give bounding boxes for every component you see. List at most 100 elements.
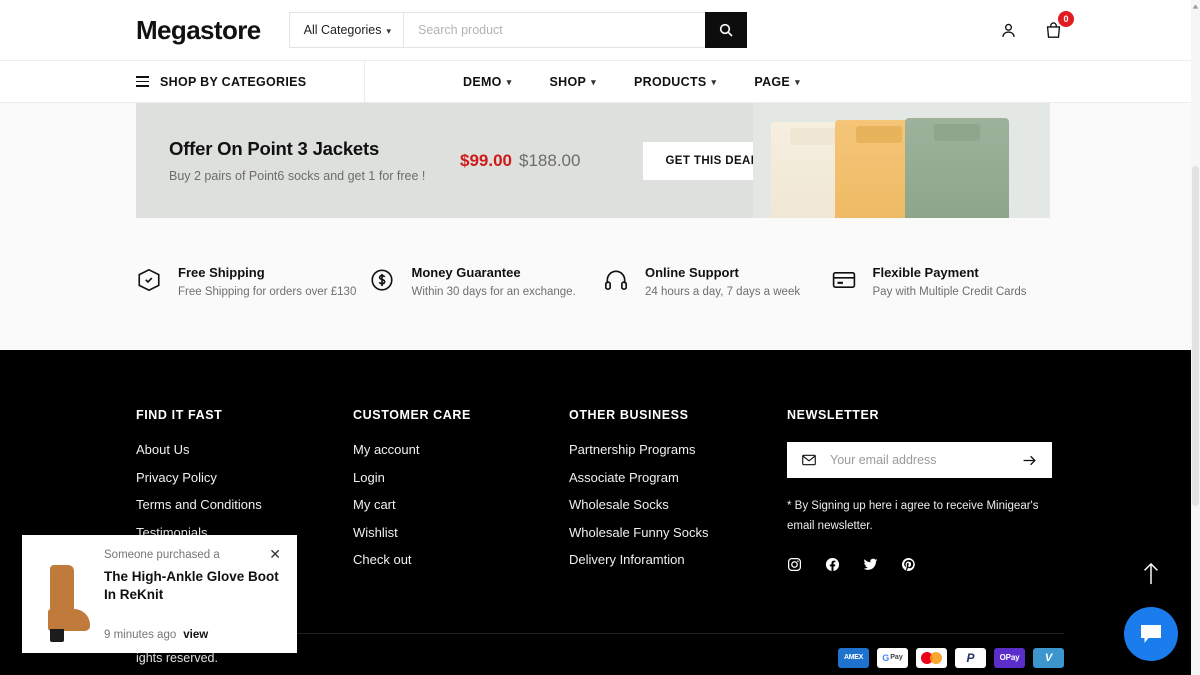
purchase-notification-body: Someone purchased a The High-Ankle Glove…: [104, 547, 285, 643]
feature-title: Free Shipping: [178, 265, 265, 280]
hamburger-icon: [136, 76, 149, 87]
nav-item-shop[interactable]: SHOP ▾: [550, 75, 596, 89]
pinterest-icon[interactable]: [901, 557, 916, 572]
footer-link-wholesale-socks[interactable]: Wholesale Socks: [569, 497, 787, 512]
chat-widget-button[interactable]: [1124, 607, 1178, 661]
main-content: Offer On Point 3 Jackets Buy 2 pairs of …: [0, 103, 1200, 350]
footer-link-about-us[interactable]: About Us: [136, 442, 353, 457]
footer-column-newsletter: NEWSLETTER * By Signing up here i agree …: [787, 408, 1052, 580]
footer-heading: FIND IT FAST: [136, 408, 223, 422]
payment-label: Pay: [890, 654, 903, 661]
search-button[interactable]: [704, 12, 747, 48]
footer-link-privacy-policy[interactable]: Privacy Policy: [136, 470, 353, 485]
purchase-view-link[interactable]: view: [183, 629, 208, 641]
nav-item-products[interactable]: PRODUCTS ▾: [634, 75, 716, 89]
payment-methods: AMEX G Pay P OPay V: [838, 647, 1064, 668]
feature-online-support: Online Support 24 hours a day, 7 days a …: [603, 265, 831, 298]
feature-flexible-payment: Flexible Payment Pay with Multiple Credi…: [831, 265, 1064, 298]
nav-item-label: PRODUCTS: [633, 74, 707, 89]
chat-bubble-icon: [1141, 625, 1161, 643]
jacket-green-image: [905, 118, 1009, 218]
nav-links: DEMO ▾ SHOP ▾ PRODUCTS ▾ PAGE ▾: [463, 61, 800, 102]
shop-by-categories-button[interactable]: SHOP BY CATEGORIES: [136, 61, 365, 102]
footer-column-other-business: OTHER BUSINESS Partnership Programs Asso…: [569, 408, 787, 580]
arrow-right-icon: [1023, 455, 1036, 465]
close-icon[interactable]: ✕: [269, 547, 281, 561]
chevron-down-icon: ▾: [795, 77, 800, 87]
ankle-boot-thumbnail: [34, 563, 96, 649]
payment-icon-mastercard: [916, 647, 947, 668]
search-input[interactable]: [404, 13, 705, 47]
scroll-to-top-button[interactable]: [1140, 561, 1162, 587]
header-actions: 0: [997, 11, 1074, 41]
footer-heading: CUSTOMER CARE: [353, 408, 471, 422]
account-button[interactable]: [997, 19, 1019, 41]
payment-icon-opay: OPay: [994, 647, 1025, 668]
payment-icon-paypal: P: [955, 647, 986, 668]
footer-link-login[interactable]: Login: [353, 470, 569, 485]
page-root: Megastore All Categories ▾ Search produc…: [0, 0, 1200, 675]
chevron-down-icon: ▾: [591, 77, 596, 87]
promo-banner-image: [753, 103, 1050, 218]
newsletter-form: [787, 442, 1052, 478]
feature-title: Online Support: [644, 265, 739, 280]
cart-button[interactable]: 0: [1042, 11, 1074, 41]
promo-banner-title: Offer On Point 3 Jackets: [169, 138, 380, 159]
instagram-icon[interactable]: [787, 557, 802, 572]
search-icon: [719, 23, 733, 37]
purchase-product-title[interactable]: The High-Ankle Glove Boot In ReKnit: [104, 568, 284, 604]
shop-by-categories-label: SHOP BY CATEGORIES: [160, 74, 307, 89]
scroll-up-arrow-icon[interactable]: [1192, 3, 1199, 10]
category-dropdown-label: All Categories: [303, 23, 382, 37]
twitter-icon[interactable]: [863, 557, 878, 572]
feature-money-guarantee: Money Guarantee Within 30 days for an ex…: [369, 265, 602, 298]
nav-item-label: PAGE: [754, 74, 791, 89]
footer-link-my-cart[interactable]: My cart: [353, 497, 569, 512]
promo-price-group: $99.00 $188.00: [460, 151, 580, 171]
nav-item-label: DEMO: [463, 74, 502, 89]
cart-count-badge: 0: [1058, 11, 1074, 27]
footer-link-check-out[interactable]: Check out: [353, 552, 569, 567]
facebook-icon[interactable]: [825, 557, 840, 572]
site-header: Megastore All Categories ▾ Search produc…: [0, 0, 1200, 60]
user-icon: [1001, 23, 1015, 37]
newsletter-heading: NEWSLETTER: [787, 408, 880, 422]
site-logo[interactable]: Megastore: [136, 15, 261, 46]
nav-item-page[interactable]: PAGE ▾: [754, 75, 800, 89]
envelope-icon: [802, 454, 816, 466]
footer-link-partnership-programs[interactable]: Partnership Programs: [569, 442, 787, 457]
social-links: [787, 557, 1052, 572]
purchase-notification-popup[interactable]: Someone purchased a The High-Ankle Glove…: [22, 535, 297, 653]
feature-free-shipping: Free Shipping Free Shipping for orders o…: [136, 265, 369, 298]
footer-link-my-account[interactable]: My account: [353, 442, 569, 457]
purchase-footer: 9 minutes ago view: [104, 629, 208, 641]
feature-subtitle: Free Shipping for orders over £130: [178, 286, 357, 298]
nav-item-demo[interactable]: DEMO ▾: [463, 75, 512, 89]
promo-price-sale: $99.00: [460, 150, 512, 170]
category-dropdown[interactable]: All Categories ▾: [290, 13, 404, 47]
payment-label: P: [966, 650, 975, 665]
footer-link-terms[interactable]: Terms and Conditions: [136, 497, 353, 512]
footer-link-wishlist[interactable]: Wishlist: [353, 525, 569, 540]
footer-link-delivery-information[interactable]: Delivery Inforamtion: [569, 552, 787, 567]
feature-subtitle: 24 hours a day, 7 days a week: [644, 286, 801, 298]
promo-banner-subtitle: Buy 2 pairs of Point6 socks and get 1 fo…: [169, 169, 426, 183]
payment-icon-amex: AMEX: [838, 647, 869, 668]
newsletter-email-input[interactable]: [830, 453, 1021, 467]
scrollbar-thumb[interactable]: [1192, 166, 1199, 506]
chevron-down-icon: ▾: [386, 25, 391, 36]
feature-subtitle: Within 30 days for an exchange.: [411, 286, 576, 298]
chevron-down-icon: ▾: [711, 77, 717, 87]
footer-link-associate-program[interactable]: Associate Program: [569, 470, 787, 485]
promo-banner: Offer On Point 3 Jackets Buy 2 pairs of …: [136, 103, 1050, 218]
headphones-icon: [604, 270, 627, 290]
feature-title: Flexible Payment: [872, 265, 979, 280]
purchase-kicker: Someone purchased a: [104, 549, 220, 561]
box-check-icon: [138, 268, 160, 292]
footer-column-customer-care: CUSTOMER CARE My account Login My cart W…: [353, 408, 569, 580]
page-scrollbar[interactable]: [1191, 0, 1200, 675]
footer-link-wholesale-funny-socks[interactable]: Wholesale Funny Socks: [569, 525, 787, 540]
search-bar: All Categories ▾: [288, 12, 747, 48]
nav-item-label: SHOP: [549, 74, 587, 89]
main-nav: SHOP BY CATEGORIES DEMO ▾ SHOP ▾ PRODUCT…: [0, 60, 1200, 103]
